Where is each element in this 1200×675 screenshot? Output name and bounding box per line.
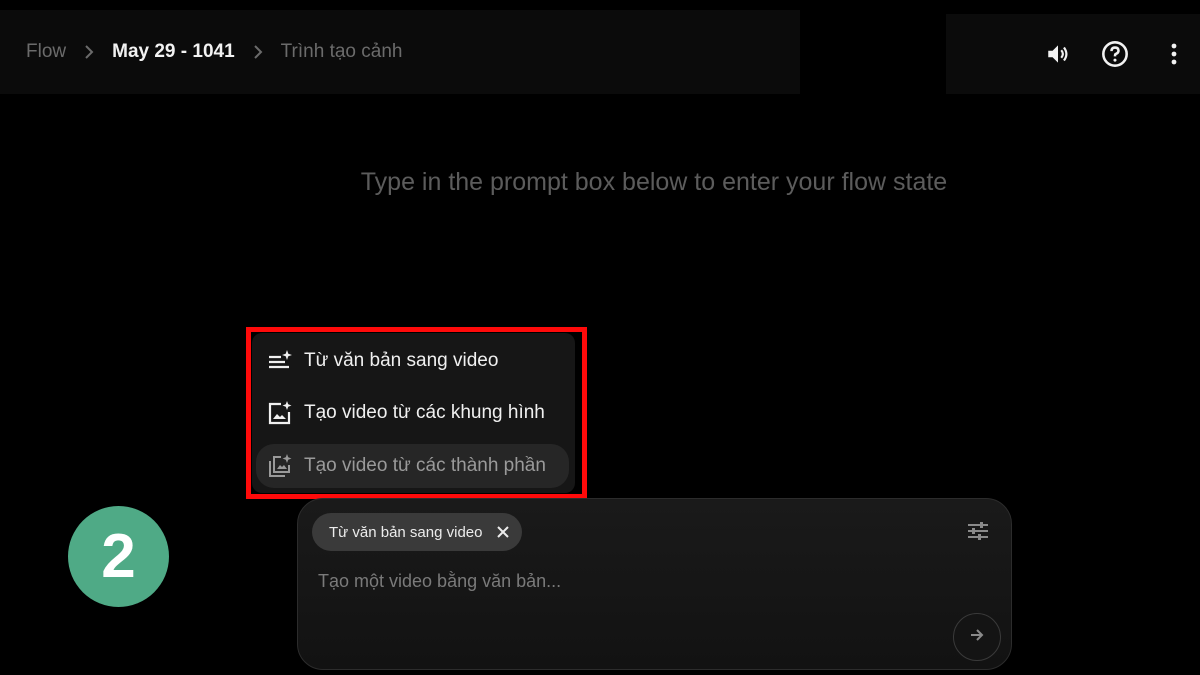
mode-chip-label: Từ văn bản sang video bbox=[329, 523, 483, 541]
menu-item-label: Tạo video từ các thành phần bbox=[304, 455, 546, 476]
breadcrumb-project[interactable]: May 29 - 1041 bbox=[112, 41, 235, 63]
empty-state-hint: Type in the prompt box below to enter yo… bbox=[360, 168, 948, 196]
layers-sparkle-icon bbox=[266, 452, 294, 480]
menu-item-frames-to-video[interactable]: Tạo video từ các khung hình bbox=[256, 391, 569, 435]
help-icon[interactable] bbox=[1099, 38, 1131, 70]
breadcrumb: Flow May 29 - 1041 Trình tạo cảnh bbox=[0, 10, 800, 94]
mode-menu: Từ văn bản sang video Tạo video từ các k… bbox=[252, 333, 575, 493]
mode-chip[interactable]: Từ văn bản sang video bbox=[312, 513, 523, 551]
close-icon[interactable] bbox=[496, 525, 510, 539]
prompt-input[interactable] bbox=[316, 565, 920, 597]
header-actions bbox=[946, 14, 1200, 94]
breadcrumb-current: Trình tạo cảnh bbox=[280, 41, 403, 62]
text-sparkle-icon bbox=[266, 347, 294, 375]
breadcrumb-root[interactable]: Flow bbox=[26, 41, 66, 63]
menu-item-text-to-video[interactable]: Từ văn bản sang video bbox=[256, 339, 569, 383]
image-sparkle-icon bbox=[266, 399, 294, 427]
tune-icon[interactable] bbox=[967, 521, 989, 546]
arrow-right-icon bbox=[969, 627, 985, 648]
chevron-right-icon bbox=[253, 44, 263, 60]
send-button[interactable] bbox=[953, 613, 1001, 661]
chevron-right-icon bbox=[84, 44, 94, 60]
more-vert-icon[interactable] bbox=[1158, 38, 1190, 70]
step-badge: 2 bbox=[68, 506, 169, 607]
flow-scene-builder: Flow May 29 - 1041 Trình tạo cảnh Type i… bbox=[0, 0, 1200, 675]
menu-item-ingredients-to-video[interactable]: Tạo video từ các thành phần bbox=[256, 444, 569, 488]
volume-icon[interactable] bbox=[1042, 38, 1074, 70]
menu-item-label: Từ văn bản sang video bbox=[304, 350, 499, 371]
menu-item-label: Tạo video từ các khung hình bbox=[304, 402, 545, 423]
prompt-composer: Từ văn bản sang video bbox=[297, 498, 1012, 670]
